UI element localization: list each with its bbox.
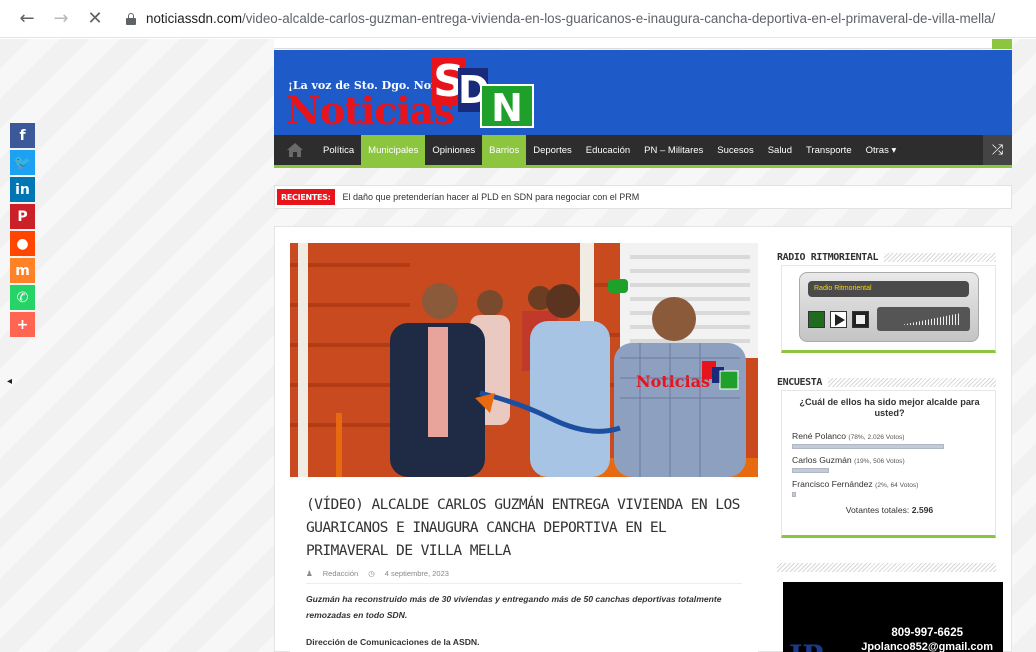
radio-title: RADIO RITMORIENTAL <box>777 251 879 263</box>
reddit-icon[interactable]: ● <box>10 231 35 256</box>
back-arrow-icon[interactable]: ← <box>14 6 40 32</box>
mix-icon[interactable]: m <box>10 258 35 283</box>
poll-option-detail: (78%, 2.026 Votos) <box>848 434 905 441</box>
poll-widget: ¿Cuál de ellos ha sido mejor alcalde par… <box>781 390 996 538</box>
clock-icon: ◷ <box>368 569 375 578</box>
article: Noticias (VÍDEO) ALCALDE CARLOS GUZMÁN E… <box>290 243 758 652</box>
poll-total: Votantes totales: 2.596 <box>792 505 987 515</box>
author-icon: ♟ <box>306 569 313 578</box>
home-icon[interactable] <box>274 135 316 165</box>
poll-option: Carlos Guzmán (19%, 506 Votos) <box>792 455 987 465</box>
poll-bar <box>792 468 829 473</box>
poll-option-name: Francisco Fernández <box>792 479 873 489</box>
breaking-news-ticker: RECIENTES: El daño que pretenderían hace… <box>274 185 1012 209</box>
url-host: noticiassdn.com <box>146 11 243 26</box>
poll-option-name: René Polanco <box>792 431 846 441</box>
social-share-bar: f 🐦 in P ● m ✆ + <box>10 123 35 339</box>
browser-toolbar: ← → ✕ noticiassdn.com/video-alcalde-carl… <box>0 0 1036 38</box>
article-title[interactable]: (VÍDEO) ALCALDE CARLOS GUZMÁN ENTREGA VI… <box>306 493 756 562</box>
nav-item-politica[interactable]: Política <box>316 135 361 165</box>
forward-arrow-icon[interactable]: → <box>48 6 74 32</box>
article-author[interactable]: Redacción <box>323 569 358 578</box>
ad-widget-title <box>777 563 996 572</box>
poll-bar <box>792 444 944 449</box>
lock-icon[interactable] <box>126 12 136 25</box>
article-photo[interactable]: Noticias <box>290 243 758 477</box>
whatsapp-icon[interactable]: ✆ <box>10 285 35 310</box>
ad-banner[interactable]: JP 809-997-6625 Jpolanco852@gmail.com <box>783 582 1003 652</box>
radio-player: Radio Ritmoriental <box>799 272 979 342</box>
nav-item-otras[interactable]: Otras ▾ <box>859 135 904 165</box>
nav-item-barrios[interactable]: Barrios <box>482 135 527 165</box>
shuffle-icon[interactable]: ⤮ <box>983 135 1012 165</box>
poll-option-name: Carlos Guzmán <box>792 455 852 465</box>
poll-widget-title: ENCUESTA <box>777 375 996 389</box>
url-path: /video-alcalde-carlos-guzman-entrega-viv… <box>242 11 996 26</box>
poll-total-label: Votantes totales: <box>845 505 910 515</box>
twitter-icon[interactable]: 🐦 <box>10 150 35 175</box>
ad-email: Jpolanco852@gmail.com <box>861 641 993 652</box>
volume-slider[interactable] <box>877 307 970 331</box>
site-header: ¡La voz de Sto. Dgo. Norte! Noticias S D… <box>274 50 1012 136</box>
facebook-icon[interactable]: f <box>10 123 35 148</box>
radio-widget: Radio Ritmoriental <box>781 265 996 353</box>
ad-logo: JP <box>789 639 829 652</box>
nav-item-opiniones[interactable]: Opiniones <box>425 135 482 165</box>
pinterest-icon[interactable]: P <box>10 204 35 229</box>
more-icon[interactable]: + <box>10 312 35 337</box>
search-button[interactable] <box>992 39 1012 49</box>
main-nav: Política Municipales Opiniones Barrios D… <box>274 135 1012 168</box>
top-search-bar[interactable] <box>274 39 1012 49</box>
nav-item-deportes[interactable]: Deportes <box>526 135 579 165</box>
stop-button[interactable] <box>852 311 869 328</box>
poll-question: ¿Cuál de ellos ha sido mejor alcalde par… <box>799 397 980 418</box>
poll-total-value: 2.596 <box>911 505 934 515</box>
nav-item-educacion[interactable]: Educación <box>579 135 637 165</box>
radio-widget-title: RADIO RITMORIENTAL <box>777 250 996 264</box>
play-button[interactable] <box>830 311 847 328</box>
article-meta: ♟ Redacción ◷ 4 septiembre, 2023 <box>306 569 449 578</box>
breaking-headline-link[interactable]: El daño que pretenderían hacer al PLD en… <box>343 192 640 202</box>
poll-option: Francisco Fernández (2%, 64 Votos) <box>792 479 987 489</box>
stop-loading-icon[interactable]: ✕ <box>82 6 108 32</box>
share-toggle-icon[interactable]: ◂ <box>7 376 12 387</box>
poll-option-detail: (19%, 506 Votos) <box>854 458 905 465</box>
nav-item-sucesos[interactable]: Sucesos <box>710 135 760 165</box>
linkedin-icon[interactable]: in <box>10 177 35 202</box>
address-bar[interactable]: noticiassdn.com/video-alcalde-carlos-guz… <box>146 11 995 26</box>
nav-item-salud[interactable]: Salud <box>761 135 799 165</box>
logo-word[interactable]: Noticias <box>286 92 455 130</box>
breaking-label: RECIENTES: <box>277 189 335 205</box>
article-section-heading: Dirección de Comunicaciones de la ASDN. <box>306 637 480 647</box>
article-excerpt: Guzmán ha reconstruido más de 30 viviend… <box>306 594 722 620</box>
ad-phone: 809-997-6625 <box>891 627 963 639</box>
nav-item-transporte[interactable]: Transporte <box>799 135 859 165</box>
photo-watermark: Noticias <box>636 372 710 391</box>
nav-item-pn-militares[interactable]: PN – Militares <box>637 135 710 165</box>
nav-item-municipales[interactable]: Municipales <box>361 135 426 165</box>
poll-title: ENCUESTA <box>777 376 822 388</box>
power-button[interactable] <box>808 311 825 328</box>
poll-bar <box>792 492 796 497</box>
poll-option-detail: (2%, 64 Votos) <box>875 482 919 489</box>
radio-station-display: Radio Ritmoriental <box>808 281 969 297</box>
meta-divider <box>306 583 742 584</box>
article-date: 4 septiembre, 2023 <box>384 569 449 578</box>
poll-option: René Polanco (78%, 2.026 Votos) <box>792 431 987 441</box>
logo-letter-n: N <box>480 84 534 130</box>
